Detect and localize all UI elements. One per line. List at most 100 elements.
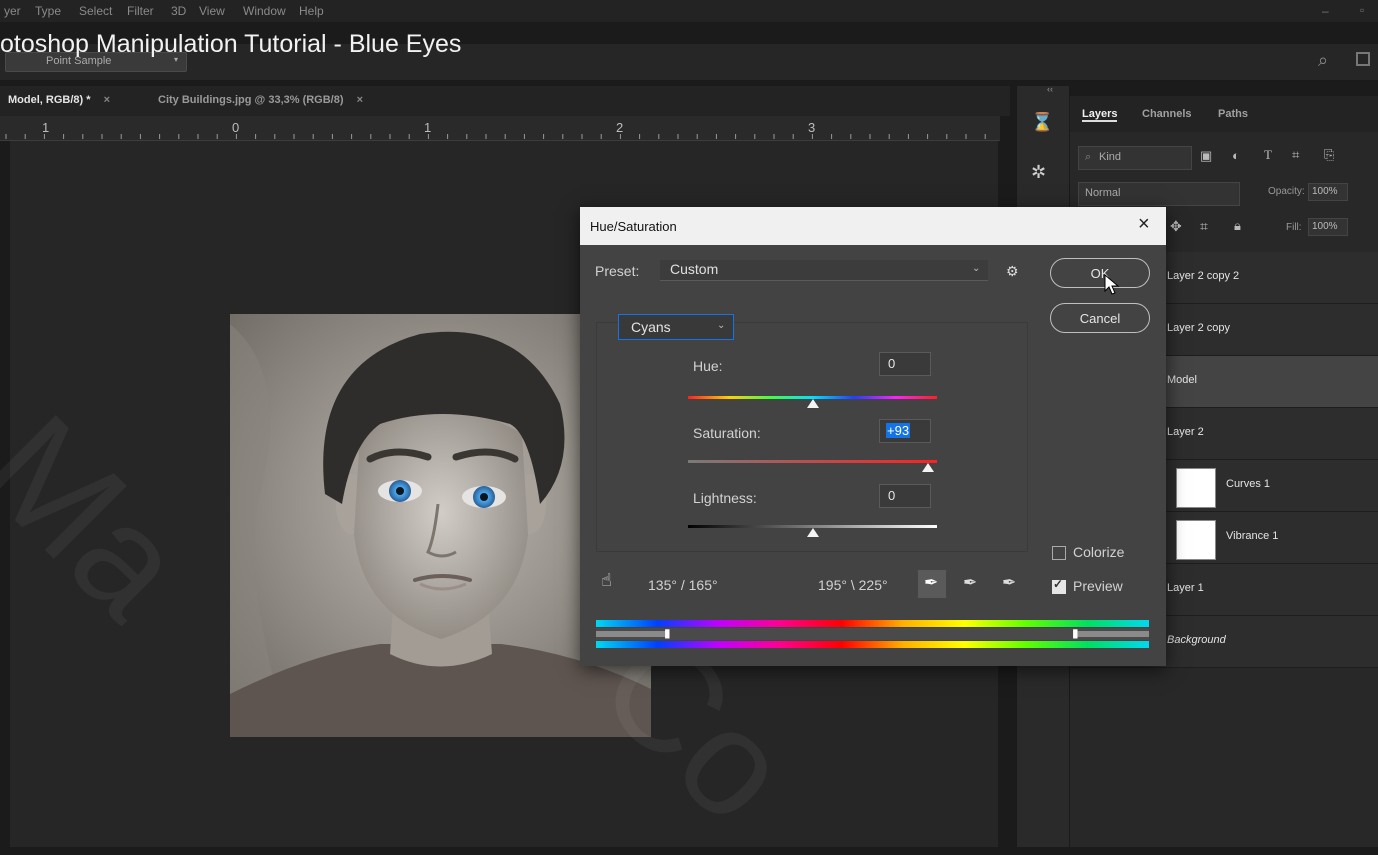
fill-label: Fill: (1286, 222, 1302, 233)
document-tab-bar: Model, RGB/8) * × City Buildings.jpg @ 3… (0, 86, 1010, 116)
blend-mode-value: Normal (1085, 187, 1121, 199)
menu-bar: yer Type Select Filter 3D View Window He… (0, 0, 1378, 22)
layer-mask-thumbnail[interactable] (1176, 520, 1216, 560)
menu-view[interactable]: View (199, 4, 225, 18)
close-icon[interactable]: × (357, 94, 363, 106)
restore-icon[interactable]: ▫ (1360, 3, 1364, 17)
layer-mask-thumbnail[interactable] (1176, 468, 1216, 508)
adjustment-group (596, 322, 1028, 552)
move-lock-icon[interactable]: ✥ (1170, 218, 1182, 235)
lightness-slider-thumb[interactable] (806, 528, 819, 537)
tab-model-label: Model, RGB/8) * (8, 94, 91, 106)
artboard-lock-icon[interactable]: ⌗ (1200, 218, 1208, 235)
channel-select[interactable]: Cyans ⌄ (618, 314, 734, 340)
cancel-button-label: Cancel (1079, 311, 1121, 326)
color-range-bar-top (596, 620, 1149, 627)
layer-name: Layer 2 copy 2 (1167, 270, 1240, 282)
lock-icon[interactable]: 🔒︎ (1234, 218, 1241, 234)
horizontal-ruler: 1 0 1 2 3 (0, 116, 1000, 141)
ruler-label: 3 (808, 120, 816, 135)
ok-button[interactable]: OK (1050, 258, 1150, 288)
menu-filter[interactable]: Filter (127, 4, 154, 18)
ruler-label: 0 (232, 120, 240, 135)
preset-label: Preset: (595, 263, 640, 279)
menu-3d[interactable]: 3D (171, 4, 186, 18)
layer-name: Background (1167, 634, 1226, 646)
adjustments-icon[interactable]: ✲ (1031, 162, 1046, 183)
search-icon: ⌕ (1085, 151, 1092, 163)
colorize-checkbox[interactable] (1052, 546, 1066, 560)
preset-select[interactable]: Custom ⌄ (660, 260, 988, 281)
range-thumb-left[interactable]: ▮ (664, 626, 671, 640)
cancel-button[interactable]: Cancel (1050, 303, 1150, 333)
dialog-title: Hue/Saturation (590, 219, 677, 234)
tab-channels[interactable]: Channels (1142, 108, 1192, 120)
adjustment-filter-icon[interactable]: ◐ (1232, 148, 1240, 163)
range-segment-left[interactable] (596, 631, 668, 637)
canvas-edge (0, 141, 10, 847)
gear-icon[interactable]: ⚙︎ (1006, 263, 1019, 280)
tab-city-buildings-label: City Buildings.jpg @ 33,3% (RGB/8) (158, 94, 344, 106)
search-icon[interactable]: ⌕ (1318, 50, 1328, 71)
preview-checkbox[interactable]: ✓ (1052, 577, 1066, 594)
layer-name: Layer 2 copy (1167, 322, 1230, 334)
fill-field[interactable]: 100% (1308, 218, 1348, 236)
shape-filter-icon[interactable]: ⌗ (1292, 147, 1299, 163)
channel-value: Cyans (631, 319, 671, 335)
range-thumb-right[interactable]: ▮ (1072, 626, 1079, 640)
saturation-slider-thumb[interactable] (922, 463, 935, 472)
tab-layers[interactable]: Layers (1082, 108, 1118, 122)
panel-tab-bar: Layers Channels Paths (1070, 96, 1378, 132)
range-right-readout: 195° \ 225° (818, 577, 888, 593)
saturation-slider-track[interactable] (688, 460, 937, 463)
type-filter-icon[interactable]: T (1264, 147, 1272, 163)
eyedropper-icon: ✒︎ (924, 573, 939, 592)
collapse-icon[interactable]: ‹‹ (1047, 84, 1053, 94)
image-filter-icon[interactable]: ▣ (1200, 148, 1212, 164)
minimize-icon[interactable]: – (1322, 4, 1329, 18)
smart-object-filter-icon[interactable]: ⎘ (1324, 147, 1334, 163)
history-icon[interactable]: ⌛ (1031, 112, 1053, 133)
saturation-field[interactable]: +93 (879, 419, 931, 443)
close-icon[interactable]: × (104, 94, 110, 106)
color-range-bar-bottom (596, 641, 1149, 648)
menu-layer[interactable]: yer (4, 4, 21, 18)
mouse-cursor-icon (1104, 274, 1120, 295)
workspace-icon[interactable] (1356, 52, 1370, 66)
hue-field[interactable]: 0 (879, 352, 931, 376)
checkmark-icon: ✓ (1053, 577, 1064, 591)
menu-type[interactable]: Type (35, 4, 61, 18)
eyedropper-minus-icon[interactable]: ✒︎ (1002, 573, 1016, 593)
saturation-value: +93 (886, 423, 911, 438)
lightness-field[interactable]: 0 (879, 484, 931, 508)
layer-name: Curves 1 (1226, 478, 1271, 490)
tab-paths[interactable]: Paths (1218, 108, 1248, 120)
tab-model[interactable]: Model, RGB/8) * × (8, 94, 110, 106)
ruler-ticks (5, 134, 986, 139)
preset-value: Custom (670, 261, 719, 277)
filter-kind-label: Kind (1099, 151, 1122, 163)
hue-slider-thumb[interactable] (806, 399, 819, 408)
layer-name: Layer 1 (1167, 582, 1204, 594)
lightness-label: Lightness: (693, 490, 757, 506)
layer-name: Vibrance 1 (1226, 530, 1279, 542)
tab-city-buildings[interactable]: City Buildings.jpg @ 33,3% (RGB/8) × (158, 94, 363, 106)
close-icon[interactable]: × (1138, 213, 1150, 236)
menu-window[interactable]: Window (243, 4, 286, 18)
menu-help[interactable]: Help (299, 4, 324, 18)
colorize-label: Colorize (1073, 544, 1125, 560)
color-range-slider[interactable]: ▮ ▮ (596, 626, 1149, 640)
targeted-adjustment-icon[interactable]: ☝︎ (601, 570, 612, 591)
hue-label: Hue: (693, 358, 723, 374)
video-title-overlay: otoshop Manipulation Tutorial - Blue Eye… (0, 30, 462, 58)
opacity-field[interactable]: 100% (1308, 183, 1348, 201)
blend-mode-select[interactable]: Normal (1078, 182, 1240, 206)
ruler-label: 2 (616, 120, 624, 135)
layer-name: Layer 2 (1167, 426, 1204, 438)
range-segment-right[interactable] (1076, 631, 1149, 637)
layer-filter-select[interactable]: ⌕ Kind (1078, 146, 1192, 170)
eyedropper-button[interactable]: ✒︎ (918, 570, 946, 598)
range-left-readout: 135° / 165° (648, 577, 718, 593)
eyedropper-plus-icon[interactable]: ✒︎ (963, 573, 977, 593)
menu-select[interactable]: Select (79, 4, 112, 18)
